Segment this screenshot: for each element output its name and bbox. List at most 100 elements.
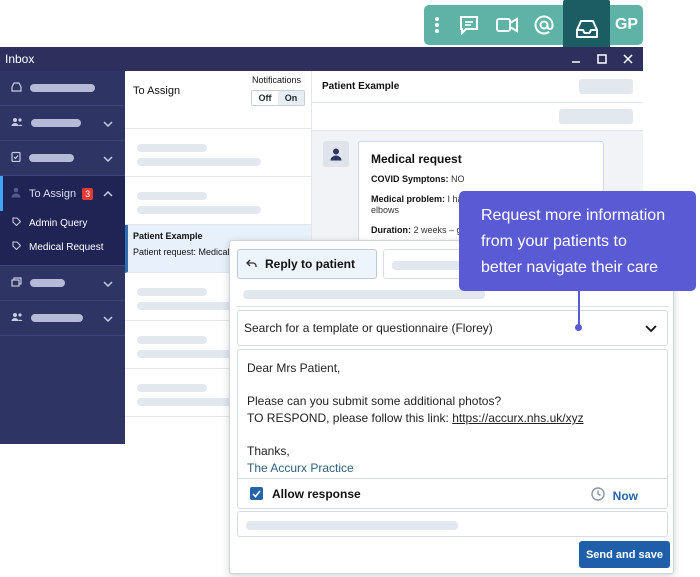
sidebar-item-to-assign[interactable]: To Assign 3 [0,176,125,211]
minimize-icon[interactable] [565,50,587,68]
gp-button[interactable]: GP [610,5,643,45]
detail-subheader [312,103,643,131]
placeholder-bar [137,144,207,152]
problem-label: Medical problem: [371,193,446,204]
more-vertical-icon[interactable] [424,5,450,45]
callout-dot [575,324,582,331]
placeholder-bar [392,261,462,270]
avatar [323,141,349,167]
users-icon [11,309,23,327]
sidebar-placeholder [31,314,83,322]
notifications-toggle[interactable]: Off On [251,90,305,106]
chat-icon[interactable] [450,5,488,45]
chevron-down-icon[interactable] [645,322,657,336]
chevron-down-icon[interactable] [103,116,113,130]
sidebar-subitem-admin-query[interactable]: Admin Query [0,211,125,235]
toggle-off[interactable]: Off [252,91,278,105]
allow-response-checkbox[interactable] [250,487,263,500]
placeholder-bar [243,290,485,299]
sidebar-item-inbox[interactable] [0,71,125,106]
list-title: To Assign [133,85,181,97]
reply-to-patient-button[interactable]: Reply to patient [237,249,377,279]
chevron-down-icon[interactable] [103,276,113,290]
copy-icon [11,274,22,292]
maximize-icon[interactable] [591,50,613,68]
allow-response-label: Allow response [272,486,361,501]
placeholder-bar [137,384,207,392]
top-toolbar: GP [424,0,643,57]
placeholder-bar [137,206,261,214]
respond-prefix: TO RESPOND, please follow this link: [247,411,453,425]
sidebar-placeholder [30,279,65,287]
placeholder-bar [246,521,458,530]
user-icon [11,185,21,203]
sidebar-item-archive[interactable] [0,266,125,301]
sidebar-item-team[interactable] [0,106,125,141]
placeholder-bar [137,158,261,166]
patient-name: Patient Example [322,81,400,92]
callout-pointer [578,291,580,327]
sidebar-item-tasks[interactable] [0,141,125,176]
sidebar-submenu: Admin Query Medical Request [0,211,125,266]
info-callout: Request more information from your patie… [459,191,696,291]
placeholder-bar [137,336,207,344]
body-line-1: Please can you submit some additional ph… [247,394,502,408]
inbox-icon [11,79,22,97]
video-icon[interactable] [488,5,526,45]
sidebar: To Assign 3 Admin Query Medical Request [0,71,125,444]
detail-header: Patient Example [312,71,643,103]
tag-icon [12,241,22,253]
schedule-label: Now [612,488,638,503]
sidebar-subitem-medical-request[interactable]: Medical Request [0,235,125,259]
callout-line-3: better navigate their care [481,259,658,276]
tag-icon [12,217,22,229]
list-item[interactable] [125,129,311,177]
sidebar-item-groups[interactable] [0,301,125,336]
subitem-label: Medical Request [29,241,104,253]
divider [237,306,668,307]
toggle-on[interactable]: On [278,91,304,105]
message-body-textarea[interactable]: Dear Mrs Patient, Please can you submit … [237,349,668,479]
callout-line-1: Request more information [481,207,666,224]
callout-line-2: from your patients to [481,233,627,250]
sidebar-placeholder [29,154,74,162]
response-link[interactable]: https://accurx.nhs.uk/xyz [452,411,583,425]
notifications-label: Notifications [252,75,302,85]
placeholder-bar [137,288,207,296]
reply-icon [246,257,257,271]
signature-text: The Accurx Practice [247,461,354,475]
list-item[interactable] [125,177,311,225]
list-header: To Assign Notifications Off On [125,71,311,129]
placeholder-bar [137,192,207,200]
problem-value-2: elbows [371,205,400,216]
message-title: Medical request [371,152,462,166]
chevron-up-icon[interactable] [103,186,113,200]
chevron-down-icon[interactable] [103,151,113,165]
schedule-button[interactable]: Now [590,487,638,504]
greeting-text: Dear Mrs Patient, [247,361,341,375]
duration-label: Duration: [371,225,411,236]
chevron-down-icon[interactable] [103,311,113,325]
at-icon[interactable] [526,5,564,45]
placeholder-bar [579,79,633,94]
close-icon[interactable] [617,50,639,68]
allow-response-row: Allow response Now [237,479,668,509]
sidebar-placeholder [31,119,81,127]
users-icon [11,114,23,132]
sidebar-placeholder [30,84,95,92]
template-search-select[interactable]: Search for a template or questionnaire (… [237,310,668,346]
placeholder-bar [559,109,633,124]
reply-button-label: Reply to patient [265,257,356,271]
covid-value: NO [451,174,465,184]
send-and-save-button[interactable]: Send and save [579,541,670,568]
clipboard-icon [11,149,21,167]
window-title: Inbox [5,52,35,66]
thanks-text: Thanks, [247,444,290,458]
subitem-label: Admin Query [29,217,88,229]
body-line-2: TO RESPOND, please follow this link: htt… [247,410,658,427]
attachment-row [237,511,668,537]
template-search-text: Search for a template or questionnaire (… [244,321,493,335]
covid-label: COVID Symptons: [371,174,449,184]
count-badge: 3 [82,187,94,200]
clock-icon [590,487,605,504]
